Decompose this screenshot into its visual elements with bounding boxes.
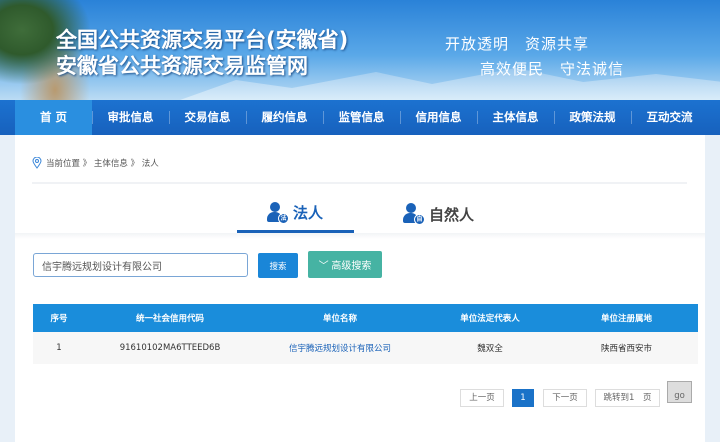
col-legal-rep: 单位法定代表人 — [425, 304, 555, 332]
divider — [32, 182, 687, 184]
nav-supervision[interactable]: 监管信息 — [323, 100, 400, 135]
jump-to-page-input[interactable]: 跳转到1 页 — [595, 389, 660, 407]
header-banner: 全国公共资源交易平台(安徽省) 安徽省公共资源交易监管网 开放透明 资源共享 高… — [0, 0, 720, 100]
location-pin-icon — [32, 157, 42, 169]
cell-credit-code: 91610102MA6TTEED6B — [85, 332, 255, 364]
main-nav: 首 页 审批信息 交易信息 履约信息 监管信息 信用信息 主体信息 政策法规 互… — [0, 100, 720, 135]
cell-location: 陕西省西安市 — [555, 332, 698, 364]
col-credit-code: 统一社会信用代码 — [85, 304, 255, 332]
cell-name: 信宇腾远规划设计有限公司 — [255, 332, 425, 364]
nav-trade[interactable]: 交易信息 — [169, 100, 246, 135]
nav-interaction[interactable]: 互动交流 — [631, 100, 708, 135]
col-name: 单位名称 — [255, 304, 425, 332]
nav-credit[interactable]: 信用信息 — [400, 100, 477, 135]
content-panel: 当前位置 》 主体信息 》 法人 法 法人 自 自然人 搜索 ﹀ 高级搜索 序号… — [15, 135, 705, 442]
tab-label: 法人 — [293, 204, 324, 222]
company-link[interactable]: 信宇腾远规划设计有限公司 — [289, 344, 391, 354]
legal-person-icon: 法 — [267, 201, 289, 224]
nav-home[interactable]: 首 页 — [15, 100, 92, 135]
search-input[interactable] — [33, 253, 248, 277]
next-page-button[interactable]: 下一页 — [543, 389, 587, 407]
breadcrumb-text: 当前位置 》 主体信息 》 法人 — [46, 159, 159, 169]
go-button[interactable]: go — [667, 381, 692, 403]
prev-page-button[interactable]: 上一页 — [460, 389, 504, 407]
cell-index: 1 — [33, 332, 85, 364]
col-location: 单位注册属地 — [555, 304, 698, 332]
results-table: 序号 统一社会信用代码 单位名称 单位法定代表人 单位注册属地 1 916101… — [33, 304, 698, 364]
nav-contract[interactable]: 履约信息 — [246, 100, 323, 135]
cell-legal-rep: 魏双全 — [425, 332, 555, 364]
table-header-row: 序号 统一社会信用代码 单位名称 单位法定代表人 单位注册属地 — [33, 304, 698, 332]
col-index: 序号 — [33, 304, 85, 332]
page-1-button[interactable]: 1 — [512, 389, 534, 407]
natural-person-icon: 自 — [403, 203, 425, 225]
breadcrumb: 当前位置 》 主体信息 》 法人 — [32, 157, 159, 169]
site-subtitle: 安徽省公共资源交易监管网 — [56, 54, 308, 78]
table-row: 1 91610102MA6TTEED6B 信宇腾远规划设计有限公司 魏双全 陕西… — [33, 332, 698, 364]
slogan-2: 高效便民 守法诚信 — [480, 60, 625, 78]
tab-shadow — [15, 233, 705, 239]
nav-approval[interactable]: 审批信息 — [92, 100, 169, 135]
tab-legal-person[interactable]: 法 法人 — [237, 195, 354, 233]
nav-policy[interactable]: 政策法规 — [554, 100, 631, 135]
advanced-search-button[interactable]: ﹀ 高级搜索 — [308, 251, 382, 278]
slogan-1: 开放透明 资源共享 — [445, 35, 590, 53]
nav-entity[interactable]: 主体信息 — [477, 100, 554, 135]
tab-natural-person[interactable]: 自 自然人 — [403, 195, 474, 233]
tab-label: 自然人 — [429, 205, 475, 224]
search-button[interactable]: 搜索 — [258, 253, 298, 278]
